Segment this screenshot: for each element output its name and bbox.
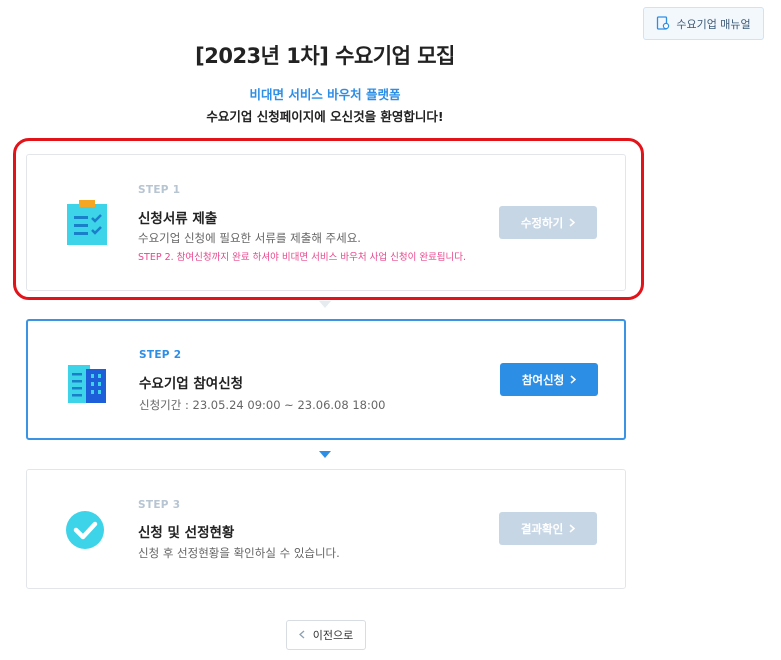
step-label: STEP 3	[138, 499, 181, 511]
edit-button-label: 수정하기	[520, 215, 564, 230]
step-label: STEP 1	[138, 184, 181, 196]
document-location-icon	[656, 16, 670, 31]
back-button[interactable]: 이전으로	[286, 620, 366, 650]
back-button-label: 이전으로	[312, 629, 354, 642]
step-connector-arrow	[319, 451, 331, 458]
apply-button[interactable]: 참여신청	[500, 363, 598, 396]
step-title: 신청서류 제출	[138, 211, 218, 227]
platform-subtitle: 비대면 서비스 바우처 플랫폼	[249, 87, 401, 102]
step-3-card: STEP 3 신청 및 선정현황 신청 후 선정현황을 확인하실 수 있습니다.…	[26, 469, 626, 589]
chevron-left-icon	[298, 629, 305, 642]
chevron-right-icon	[569, 216, 576, 230]
manual-button[interactable]: 수요기업 매뉴얼	[643, 7, 764, 40]
chevron-right-icon	[569, 522, 576, 536]
step-note: STEP 2. 참여신청까지 완료 하셔야 비대면 서비스 바우처 사업 신청이…	[138, 252, 467, 263]
step-description: 신청기간 : 23.05.24 09:00 ~ 23.06.08 18:00	[139, 398, 386, 412]
step-connector-arrow	[319, 301, 331, 308]
step-title: 신청 및 선정현황	[138, 525, 235, 541]
apply-button-label: 참여신청	[521, 372, 565, 387]
step-2-card: STEP 2 수요기업 참여신청 신청기간 : 23.05.24 09:00 ~…	[26, 319, 626, 440]
step-description: 수요기업 신청에 필요한 서류를 제출해 주세요.	[138, 231, 361, 245]
manual-button-label: 수요기업 매뉴얼	[676, 17, 751, 31]
welcome-message: 수요기업 신청페이지에 오신것을 환영합니다!	[206, 109, 444, 124]
check-circle-icon	[65, 508, 109, 556]
page-title: [2023년 1차] 수요기업 모집	[195, 44, 455, 68]
clipboard-checklist-icon	[65, 199, 109, 247]
chevron-right-icon	[570, 373, 577, 387]
step-1-card: STEP 1 신청서류 제출 수요기업 신청에 필요한 서류를 제출해 주세요.…	[26, 154, 626, 291]
step-description: 신청 후 선정현황을 확인하실 수 있습니다.	[138, 546, 340, 560]
step-label: STEP 2	[139, 349, 182, 361]
result-button[interactable]: 결과확인	[499, 512, 597, 545]
edit-button[interactable]: 수정하기	[499, 206, 597, 239]
step-title: 수요기업 참여신청	[139, 376, 244, 392]
result-button-label: 결과확인	[520, 521, 564, 536]
building-icon	[66, 359, 110, 407]
